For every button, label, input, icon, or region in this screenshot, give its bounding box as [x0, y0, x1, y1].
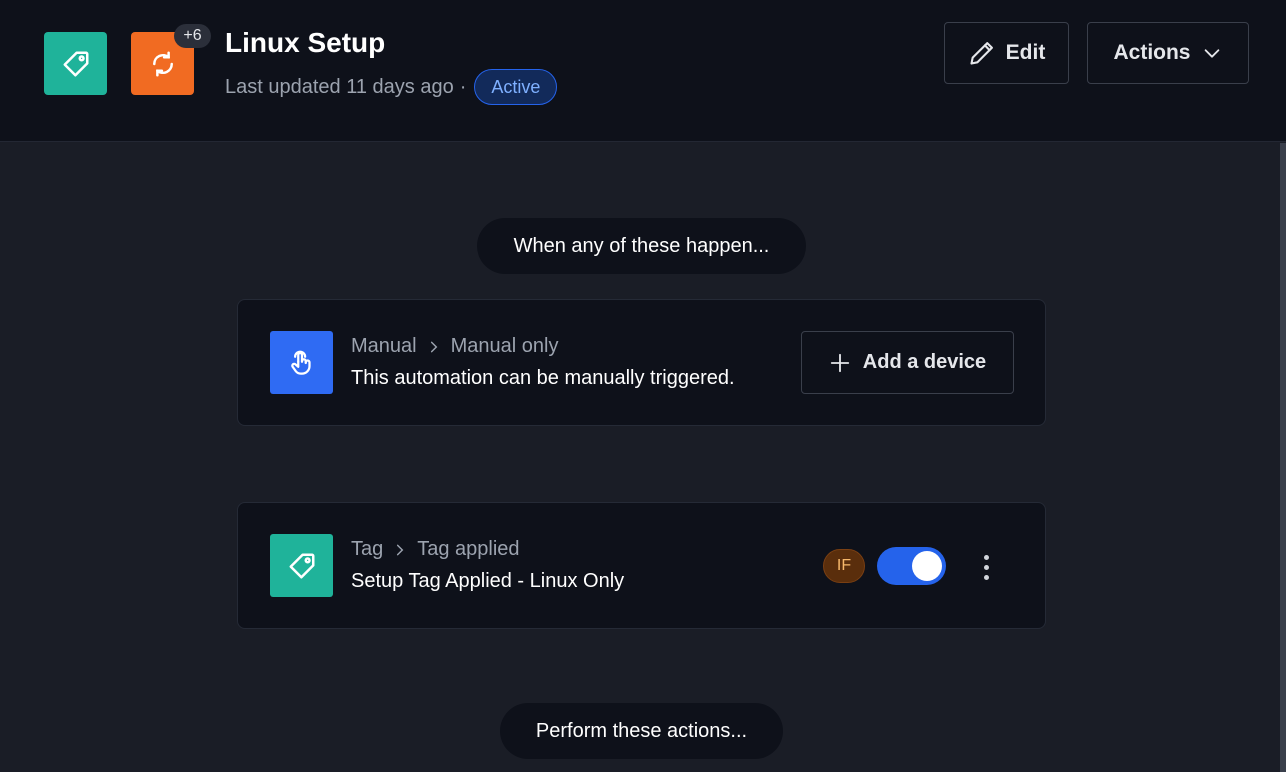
separator-dot: ·	[459, 75, 467, 98]
manual-trigger-icon-tile	[270, 331, 333, 394]
perform-section-label: Perform these actions...	[500, 703, 783, 759]
trigger-description: This automation can be manually triggere…	[351, 367, 735, 389]
hand-pointer-icon	[290, 350, 311, 375]
condition-category: Tag	[351, 538, 384, 560]
enabled-toggle[interactable]	[877, 547, 946, 585]
plus-icon	[830, 353, 849, 372]
trigger-subcategory: Manual only	[450, 335, 559, 357]
toggle-knob	[912, 551, 942, 581]
pencil-icon	[970, 42, 993, 65]
status-badge: Active	[474, 69, 558, 105]
actions-dropdown-button[interactable]: Actions	[1087, 22, 1249, 84]
if-badge[interactable]: IF	[823, 549, 865, 583]
chevron-right-icon	[430, 341, 437, 352]
chevron-down-icon	[1204, 49, 1219, 58]
trigger-card[interactable]: Manual Manual only This automation can b…	[237, 299, 1046, 426]
sync-icon	[152, 51, 173, 76]
tag-condition-icon-tile	[270, 534, 333, 597]
trigger-breadcrumb: Manual Manual only	[351, 335, 558, 358]
edit-button-label: Edit	[1005, 41, 1046, 64]
actions-button-label: Actions	[1113, 41, 1191, 64]
more-apps-badge[interactable]: +6	[174, 24, 211, 48]
tag-icon	[63, 51, 88, 76]
last-updated-text: Last updated 11 days ago	[225, 75, 454, 98]
add-device-label: Add a device	[862, 351, 987, 373]
condition-description: Setup Tag Applied - Linux Only	[351, 570, 625, 592]
scrollbar[interactable]	[1280, 143, 1286, 772]
trigger-category: Manual	[351, 335, 417, 357]
condition-card[interactable]: Tag Tag applied Setup Tag Applied - Linu…	[237, 502, 1046, 629]
page-subtitle: Last updated 11 days ago · Active	[225, 68, 558, 106]
when-section-label: When any of these happen...	[477, 218, 806, 274]
edit-button[interactable]: Edit	[944, 22, 1069, 84]
tag-app-icon[interactable]	[44, 32, 107, 95]
more-options-icon[interactable]	[975, 551, 997, 583]
page-header: +6 Linux Setup Last updated 11 days ago …	[0, 0, 1286, 142]
tag-icon	[289, 553, 314, 578]
condition-breadcrumb: Tag Tag applied	[351, 538, 520, 561]
chevron-right-icon	[397, 544, 404, 555]
condition-subcategory: Tag applied	[417, 538, 520, 560]
page-title: Linux Setup	[225, 27, 386, 58]
add-device-button[interactable]: Add a device	[801, 331, 1014, 394]
